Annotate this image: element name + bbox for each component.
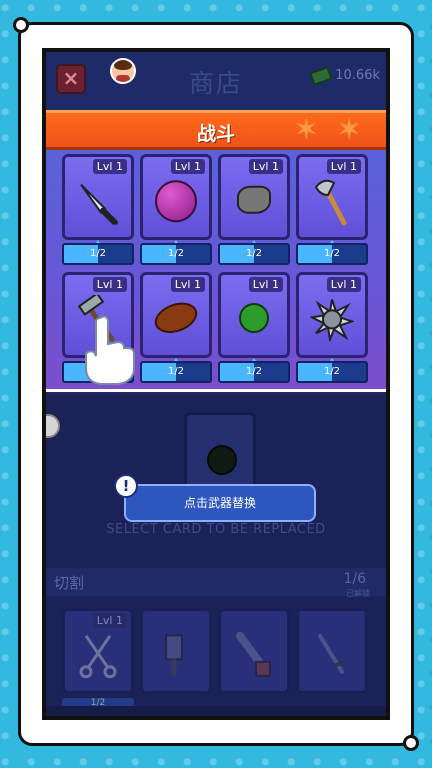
- category-banner: ✶ ✶ 战斗: [46, 110, 386, 150]
- banner-title: 战斗: [196, 123, 235, 145]
- football-icon: [150, 297, 202, 339]
- card-progress: 1/2: [296, 243, 368, 265]
- progress-text: 1/2: [89, 248, 107, 259]
- shop-screen: × 商店 10.66k ✶ ✶ 战斗 Lvl 1 1/2 Lvl 1 1/2 L…: [42, 48, 390, 720]
- level-badge: Lvl 1: [248, 159, 283, 174]
- level-badge: Lvl 1: [92, 613, 127, 628]
- progress-text: 1/2: [323, 366, 341, 377]
- card-box: Lvl 1: [296, 272, 368, 358]
- weapon-card-grenade[interactable]: Lvl 1 1/2: [218, 272, 290, 390]
- cash-icon: [309, 65, 334, 86]
- weapon-card-knife[interactable]: Lvl 1 1/2: [62, 154, 134, 272]
- info-icon: !: [114, 474, 138, 498]
- card-box: Lvl 1: [296, 154, 368, 240]
- weapon-card-cleaver[interactable]: [140, 608, 212, 694]
- cleaver-icon: [165, 634, 183, 676]
- progress-text: 1/2: [167, 366, 185, 377]
- level-badge: Lvl 1: [326, 277, 361, 292]
- scissors-icon: [79, 634, 117, 679]
- weapon-card-axe[interactable]: Lvl 1 1/2: [296, 154, 368, 272]
- level-badge: Lvl 1: [326, 159, 361, 174]
- rock-icon: [237, 185, 271, 214]
- select-hint: SELECT CARD TO BE REPLACED: [106, 522, 326, 537]
- card-progress: 1/2: [218, 243, 290, 265]
- weapon-card-rock[interactable]: Lvl 1 1/2: [218, 154, 290, 272]
- card-progress: 1/2: [140, 243, 212, 265]
- level-badge: Lvl 1: [170, 277, 205, 292]
- card-progress: 1/2: [296, 361, 368, 383]
- axe-icon: [314, 179, 347, 226]
- section-title: 切割: [54, 574, 85, 592]
- card-progress: 1/2: [62, 243, 134, 265]
- replace-toast: 点击武器替换: [124, 484, 316, 522]
- sword-icon: [318, 633, 347, 674]
- card-progress: 1/2: [140, 361, 212, 383]
- grenade-icon: [239, 303, 269, 333]
- selected-grenade-icon: [207, 445, 237, 475]
- section-count: 1/6: [343, 571, 366, 587]
- level-badge: Lvl 1: [92, 159, 127, 174]
- card-box: Lvl 1: [218, 154, 290, 240]
- weapon-card-sword[interactable]: [296, 608, 368, 694]
- spiked-ball-icon: [310, 299, 354, 342]
- bowling-ball-icon: [155, 180, 197, 223]
- cutting-section-header: 切割 1/6 已解锁: [46, 568, 386, 598]
- weapon-card-chainsaw[interactable]: [218, 608, 290, 694]
- progress-text: 1/2: [245, 366, 263, 377]
- section-unlocked-label: 已解锁: [346, 589, 370, 598]
- chainsaw-icon: [236, 631, 271, 677]
- card-box: Lvl 1: [140, 272, 212, 358]
- currency-amount: 10.66k: [335, 68, 380, 83]
- progress-text: 1/2: [167, 248, 185, 259]
- header: × 商店 10.66k: [46, 52, 386, 110]
- weapon-card-scissors[interactable]: Lvl 1: [62, 608, 134, 694]
- bottom-strip: [46, 706, 386, 716]
- cutting-grid: Lvl 1: [62, 608, 378, 694]
- card-box: Lvl 1: [218, 272, 290, 358]
- tutorial-hand-pointer-icon: [85, 315, 135, 385]
- progress-text: 1/2: [245, 248, 263, 259]
- card-box: Lvl 1: [140, 154, 212, 240]
- level-badge: Lvl 1: [248, 277, 283, 292]
- weapon-card-football[interactable]: Lvl 1 1/2: [140, 272, 212, 390]
- card-progress: 1/2: [218, 361, 290, 383]
- currency-display: 10.66k: [309, 65, 380, 86]
- weapon-card-bowling-ball[interactable]: Lvl 1 1/2: [140, 154, 212, 272]
- progress-text: 1/2: [323, 248, 341, 259]
- card-box: Lvl 1: [62, 154, 134, 240]
- weapon-card-spiked-ball[interactable]: Lvl 1 1/2: [296, 272, 368, 390]
- knife-icon: [80, 183, 118, 225]
- level-badge: Lvl 1: [92, 277, 127, 292]
- level-badge: Lvl 1: [170, 159, 205, 174]
